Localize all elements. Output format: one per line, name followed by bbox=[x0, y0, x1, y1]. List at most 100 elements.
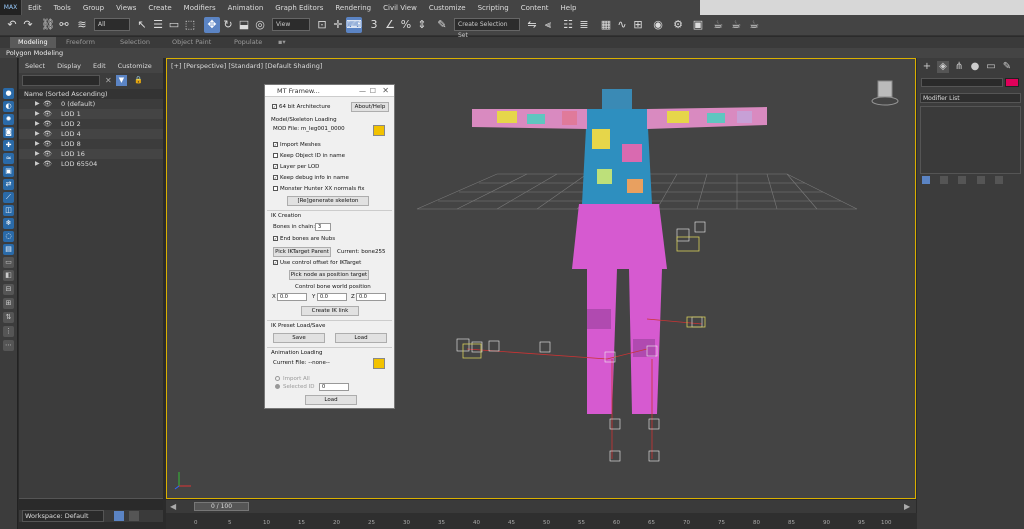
menu-customize[interactable]: Customize bbox=[423, 4, 472, 12]
minimize-icon[interactable]: — bbox=[359, 87, 366, 95]
render-setup-icon[interactable]: ⚙ bbox=[670, 17, 686, 33]
keyboard-shortcut-override-icon[interactable]: ⌨ bbox=[346, 17, 362, 33]
configure-modifier-sets-icon[interactable] bbox=[994, 176, 1003, 184]
explorer-sort-icon[interactable] bbox=[114, 511, 125, 521]
expand-icon[interactable]: ▶ bbox=[35, 99, 40, 109]
pivot-center-icon[interactable]: ⊡ bbox=[314, 17, 330, 33]
clear-filter-icon[interactable]: ✕ bbox=[105, 76, 112, 85]
checkbox-checked-icon[interactable]: ✓ bbox=[273, 164, 278, 169]
filter-frozen-icon[interactable]: ❄ bbox=[3, 218, 14, 229]
motion-tab-icon[interactable]: ● bbox=[969, 61, 981, 73]
previous-frame-icon[interactable]: ◀ bbox=[170, 502, 176, 511]
rendered-frame-window-icon[interactable]: ▣ bbox=[690, 17, 706, 33]
app-logo[interactable]: MAX bbox=[0, 0, 22, 15]
close-icon[interactable]: ✕ bbox=[382, 86, 389, 95]
selected-id-radio[interactable]: Selected ID bbox=[275, 384, 314, 390]
y-position-input[interactable]: 0.0 bbox=[317, 293, 347, 301]
import-all-radio[interactable]: Import All bbox=[275, 376, 310, 382]
explorer-horizontal-scrollbar[interactable] bbox=[19, 498, 163, 510]
display-influences-icon[interactable]: ⊞ bbox=[3, 298, 14, 309]
expand-icon[interactable]: ▶ bbox=[35, 129, 40, 139]
unlink-icon[interactable]: ⚯ bbox=[56, 17, 72, 33]
select-dependents-icon[interactable]: ⋯ bbox=[3, 340, 14, 351]
menu-scripting[interactable]: Scripting bbox=[472, 4, 515, 12]
object-name-field[interactable] bbox=[921, 78, 1003, 87]
menu-content[interactable]: Content bbox=[515, 4, 555, 12]
filter-funnel-icon[interactable]: ▼ bbox=[116, 75, 127, 86]
create-ik-link-button[interactable]: Create IK link bbox=[301, 306, 359, 316]
list-item[interactable]: ▶ 👁 LOD 2 bbox=[19, 119, 163, 129]
expand-icon[interactable]: ▶ bbox=[35, 109, 40, 119]
explorer-layers-icon[interactable] bbox=[129, 511, 140, 521]
bones-in-chain-spinner[interactable]: 3 bbox=[315, 223, 331, 231]
list-item[interactable]: ▶ 👁 LOD 65504 bbox=[19, 159, 163, 169]
menu-create[interactable]: Create bbox=[142, 4, 177, 12]
filter-spacewarps-icon[interactable]: ≈ bbox=[3, 153, 14, 164]
remove-modifier-icon[interactable] bbox=[976, 176, 985, 184]
scale-icon[interactable]: ⬓ bbox=[236, 17, 252, 33]
window-crossing-icon[interactable]: ⬚ bbox=[182, 17, 198, 33]
explorer-menu-select[interactable]: Select bbox=[19, 62, 51, 70]
toggle-scene-explorer-icon[interactable]: ☷ bbox=[560, 17, 576, 33]
maximize-icon[interactable]: ☐ bbox=[370, 87, 376, 95]
checkbox-checked-icon[interactable]: ✓ bbox=[273, 142, 278, 147]
view-cube[interactable] bbox=[871, 80, 899, 106]
visibility-icon[interactable]: 👁 bbox=[43, 99, 52, 109]
filter-hidden-icon[interactable]: ◌ bbox=[3, 231, 14, 242]
menu-civil-view[interactable]: Civil View bbox=[377, 4, 423, 12]
list-item[interactable]: ▶ 👁 LOD 1 bbox=[19, 109, 163, 119]
menu-views[interactable]: Views bbox=[110, 4, 142, 12]
filter-shapes-icon[interactable]: ◐ bbox=[3, 101, 14, 112]
checkbox-checked-icon[interactable]: ✓ bbox=[273, 260, 278, 265]
filter-groups-icon[interactable]: ▣ bbox=[3, 166, 14, 177]
filter-invert-icon[interactable]: ◧ bbox=[3, 270, 14, 281]
visibility-icon[interactable]: 👁 bbox=[43, 109, 52, 119]
list-item[interactable]: ▶ 👁 LOD 16 bbox=[19, 149, 163, 159]
z-position-input[interactable]: 0.0 bbox=[356, 293, 386, 301]
material-editor-icon[interactable]: ◉ bbox=[650, 17, 666, 33]
radio-checked-icon[interactable] bbox=[275, 384, 280, 389]
menu-help[interactable]: Help bbox=[555, 4, 583, 12]
visibility-icon[interactable]: 👁 bbox=[43, 149, 52, 159]
ribbon-options-icon[interactable]: ▪▾ bbox=[270, 37, 294, 48]
modifier-list-dropdown[interactable]: Modifier List bbox=[920, 93, 1021, 103]
keep-debug-checkbox[interactable]: ✓ Keep debug info in name bbox=[273, 175, 349, 181]
tab-object-paint[interactable]: Object Paint bbox=[164, 37, 219, 48]
visibility-icon[interactable]: 👁 bbox=[43, 139, 52, 149]
explorer-menu-display[interactable]: Display bbox=[51, 62, 87, 70]
named-selection-set-dropdown[interactable]: Create Selection Set bbox=[454, 18, 520, 39]
align-icon[interactable]: ⫷ bbox=[540, 17, 556, 33]
track-bar[interactable]: 0 5 10 15 20 25 30 35 40 45 50 55 60 65 … bbox=[166, 513, 1024, 529]
menu-graph-editors[interactable]: Graph Editors bbox=[269, 4, 329, 12]
select-manipulate-icon[interactable]: ✛ bbox=[330, 17, 346, 33]
undo-icon[interactable]: ↶ bbox=[4, 17, 20, 33]
radio-unchecked-icon[interactable] bbox=[275, 376, 280, 381]
mirror-icon[interactable]: ⇋ bbox=[524, 17, 540, 33]
redo-icon[interactable]: ↷ bbox=[20, 17, 36, 33]
link-icon[interactable]: ⛓ bbox=[40, 17, 56, 33]
checkbox-checked-icon[interactable]: ✓ bbox=[273, 236, 278, 241]
menu-group[interactable]: Group bbox=[77, 4, 110, 12]
filter-helpers-icon[interactable]: ✚ bbox=[3, 140, 14, 151]
expand-icon[interactable]: ▶ bbox=[35, 159, 40, 169]
filter-xrefs-icon[interactable]: ⇄ bbox=[3, 179, 14, 190]
selected-id-spinner[interactable]: 0 bbox=[319, 383, 349, 391]
modify-tab-icon[interactable]: ◈ bbox=[937, 61, 949, 73]
about-help-button[interactable]: About/Help bbox=[351, 102, 389, 112]
list-item[interactable]: ▶ 👁 0 (default) bbox=[19, 99, 163, 109]
sync-selection-icon[interactable]: ⇅ bbox=[3, 312, 14, 323]
make-unique-icon[interactable] bbox=[958, 176, 967, 184]
spinner-snap-icon[interactable]: ⇕ bbox=[414, 17, 430, 33]
filter-bones-icon[interactable]: ⟋ bbox=[3, 192, 14, 203]
filter-cameras-icon[interactable]: ◙ bbox=[3, 127, 14, 138]
next-frame-icon[interactable]: ▶ bbox=[904, 502, 910, 511]
tab-selection[interactable]: Selection bbox=[112, 37, 158, 48]
time-slider[interactable]: 0 / 100 bbox=[194, 502, 249, 511]
regenerate-skeleton-button[interactable]: [Re]generate skeleton bbox=[287, 196, 369, 206]
filter-none-icon[interactable]: ▭ bbox=[3, 257, 14, 268]
render-production-icon[interactable]: ☕ bbox=[710, 17, 726, 33]
schematic-view-icon[interactable]: ⊞ bbox=[630, 17, 646, 33]
import-meshes-checkbox[interactable]: ✓ Import Meshes bbox=[273, 142, 321, 148]
filter-geometry-icon[interactable]: ● bbox=[3, 88, 14, 99]
explorer-column-header[interactable]: Name (Sorted Ascending) bbox=[19, 89, 163, 99]
